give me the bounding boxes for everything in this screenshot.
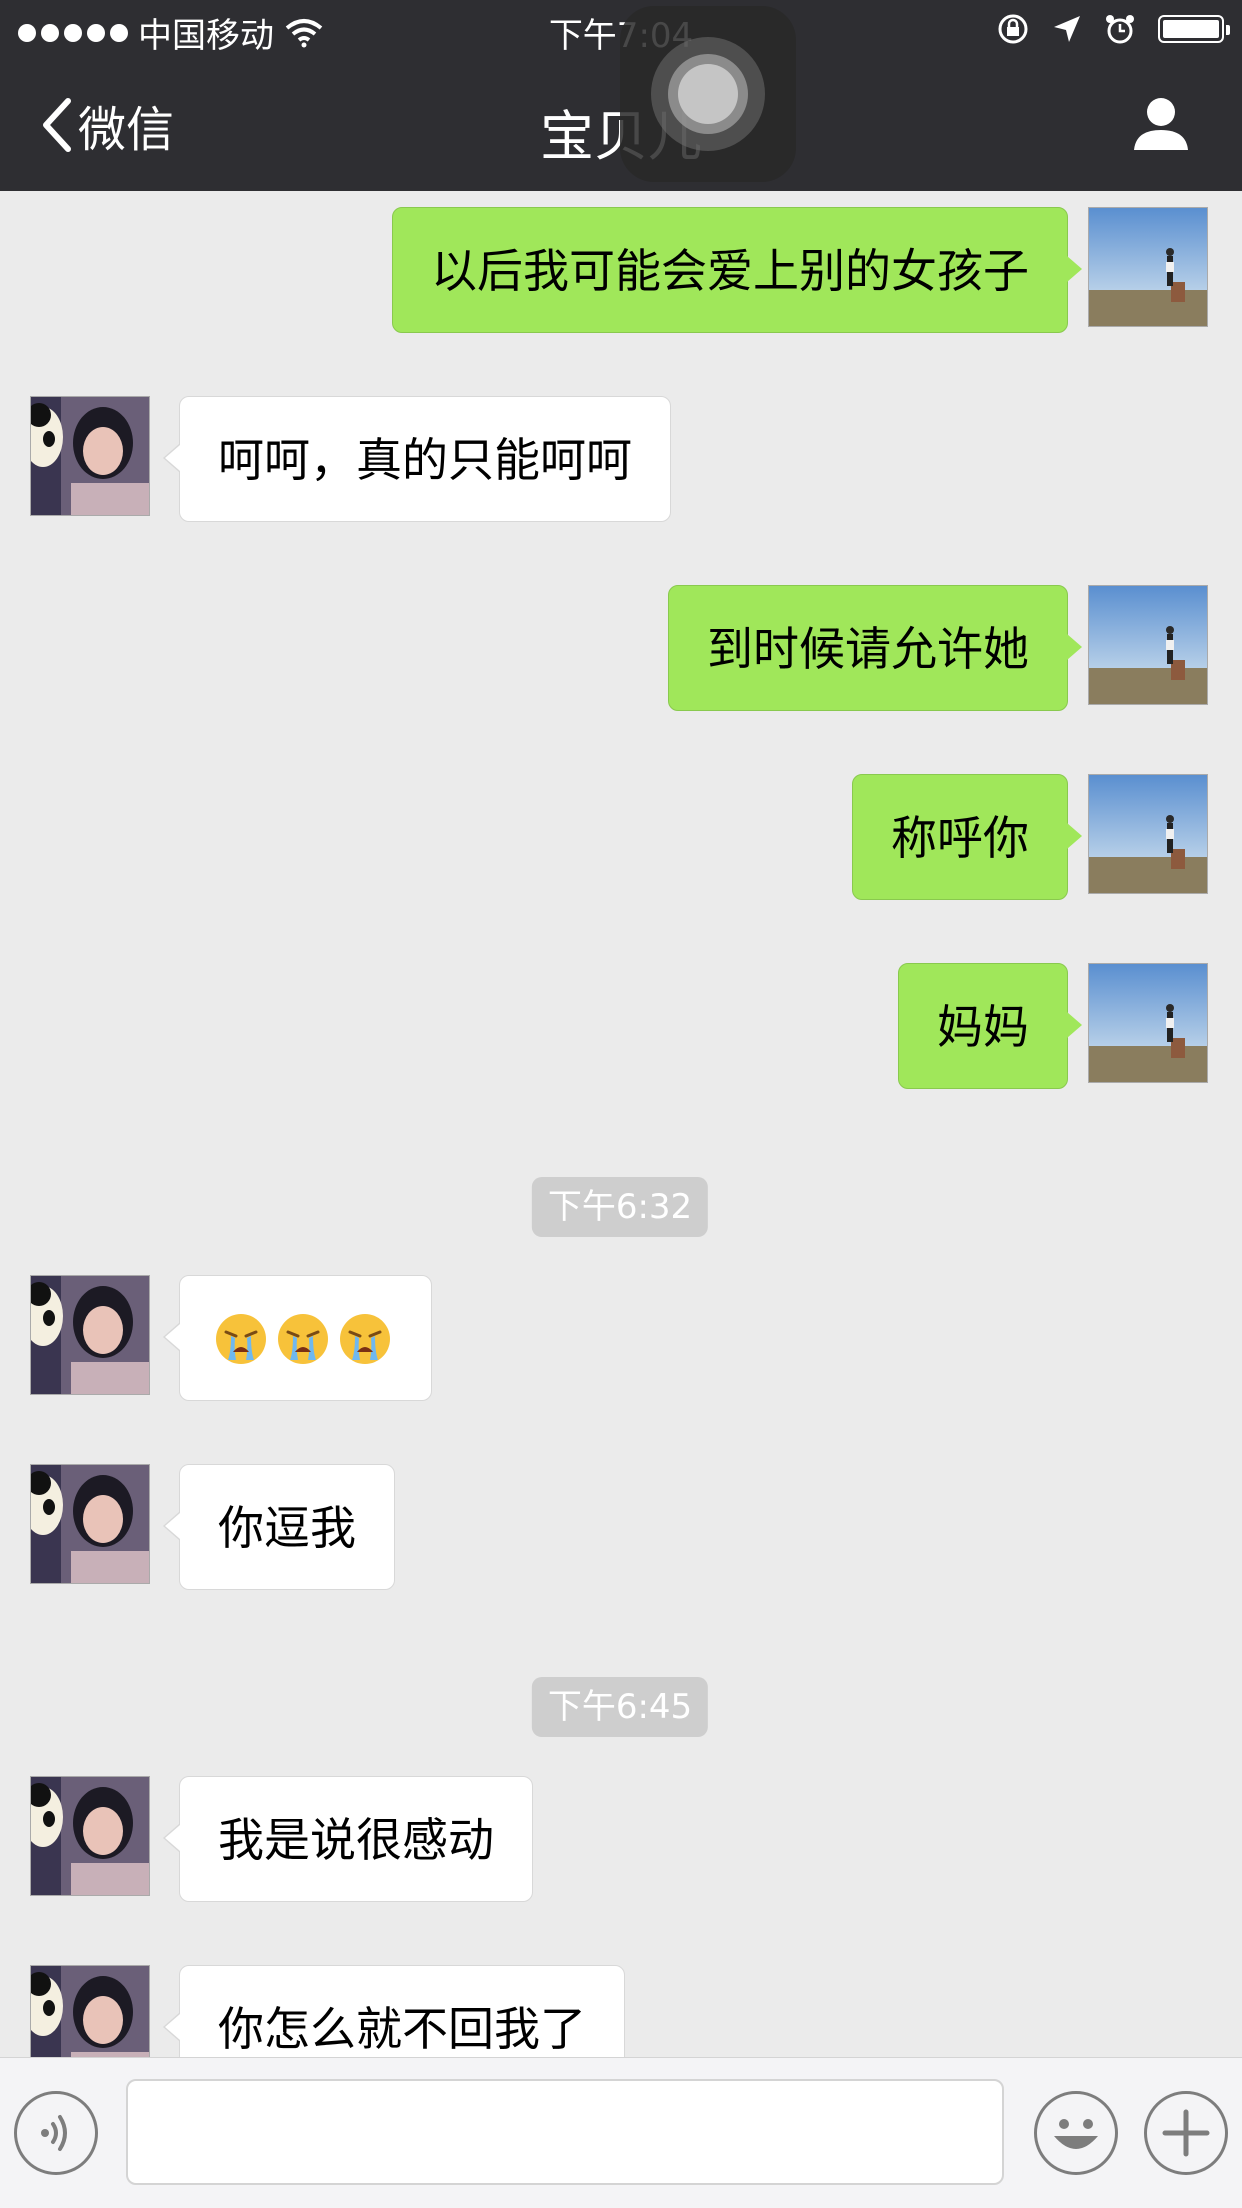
message-bubble-received[interactable]: [163, 1275, 432, 1401]
message-input[interactable]: [126, 2079, 1004, 2185]
avatar-photo: [31, 1465, 149, 1583]
message-bubble-sent[interactable]: 到时候请允许她: [668, 585, 1082, 711]
timestamp: 下午6:32: [531, 1177, 709, 1237]
input-bar: [0, 2057, 1242, 2208]
message-bubble-received[interactable]: 呵呵，真的只能呵呵: [163, 396, 671, 522]
more-button[interactable]: [1144, 2091, 1228, 2175]
crying-face-icon: [216, 1314, 266, 1364]
contact-avatar[interactable]: [30, 1965, 150, 2057]
message-text: 到时候请允许她: [707, 622, 1029, 676]
battery-icon: [1158, 15, 1230, 43]
message-bubble-received[interactable]: 你怎么就不回我了: [163, 1965, 625, 2057]
avatar-photo: [31, 1777, 149, 1895]
timestamp: 下午6:45: [531, 1677, 709, 1737]
contact-avatar[interactable]: [30, 396, 150, 516]
message-text: 以后我可能会爱上别的女孩子: [431, 244, 1029, 298]
message-bubble-sent[interactable]: 称呼你: [852, 774, 1082, 900]
plus-icon: [1162, 2109, 1210, 2157]
avatar-photo: [31, 1966, 149, 2057]
avatar-photo: [1089, 964, 1207, 1082]
avatar-photo: [1089, 586, 1207, 704]
person-icon: [1134, 98, 1188, 150]
contact-avatar[interactable]: [30, 1275, 150, 1395]
avatar-photo: [31, 1276, 149, 1394]
emoji-button[interactable]: [1034, 2091, 1118, 2175]
message-text: 你怎么就不回我了: [218, 2002, 586, 2056]
message-text: 呵呵，真的只能呵呵: [218, 433, 632, 487]
message-bubble-received[interactable]: 你逗我: [163, 1464, 395, 1590]
chat-history[interactable]: 以后我可能会爱上别的女孩子 呵呵，真的只能呵呵 到时候请允许她 称呼你 妈妈 下…: [0, 191, 1242, 2057]
message-text: 妈妈: [937, 1000, 1029, 1054]
alarm-icon: [1106, 15, 1134, 44]
crying-face-icon: [340, 1314, 390, 1364]
contact-avatar[interactable]: [30, 1464, 150, 1584]
message-text: 你逗我: [218, 1501, 356, 1555]
avatar-photo: [31, 397, 149, 515]
voice-icon: [41, 2115, 67, 2151]
avatar-photo: [1089, 208, 1207, 326]
crying-face-icon: [278, 1314, 328, 1364]
location-arrow-icon: [1054, 16, 1080, 42]
my-avatar[interactable]: [1088, 774, 1208, 894]
my-avatar[interactable]: [1088, 963, 1208, 1083]
contact-info-button[interactable]: [1132, 96, 1190, 156]
voice-button[interactable]: [14, 2091, 98, 2175]
my-avatar[interactable]: [1088, 585, 1208, 705]
my-avatar[interactable]: [1088, 207, 1208, 327]
smiley-icon: [1054, 2119, 1098, 2149]
message-bubble-sent[interactable]: 以后我可能会爱上别的女孩子: [392, 207, 1082, 333]
contact-avatar[interactable]: [30, 1776, 150, 1896]
rotation-lock-icon: [998, 14, 1028, 44]
avatar-photo: [1089, 775, 1207, 893]
message-bubble-sent[interactable]: 妈妈: [898, 963, 1082, 1089]
assistive-touch-button[interactable]: [620, 6, 796, 182]
message-bubble-received[interactable]: 我是说很感动: [163, 1776, 533, 1902]
message-text: 称呼你: [891, 811, 1029, 865]
message-text: 我是说很感动: [218, 1813, 494, 1867]
